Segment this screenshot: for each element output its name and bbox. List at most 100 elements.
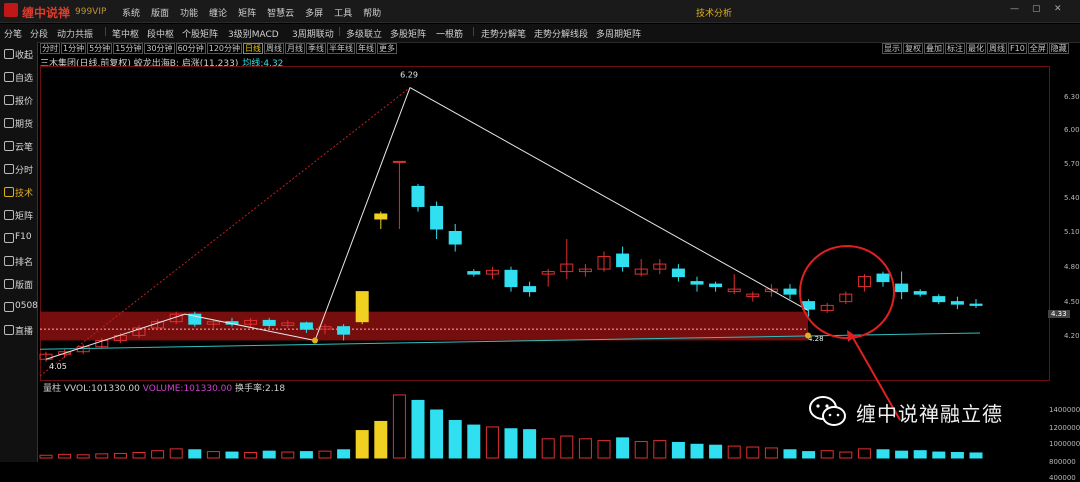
ranking-icon <box>4 256 14 266</box>
toolbar-item[interactable]: 3级别MACD <box>228 27 279 40</box>
sidebar-item[interactable]: 版面 <box>0 274 37 294</box>
sidebar-item[interactable]: 期货 <box>0 113 37 133</box>
period-tab[interactable]: 周线 <box>264 43 285 54</box>
menu-item-cloud[interactable]: 智慧云 <box>267 6 294 19</box>
volume-bar <box>169 448 183 459</box>
volume-bar <box>467 424 481 459</box>
volume-bar <box>876 449 890 459</box>
chart-option-button[interactable]: F10 <box>1008 43 1027 54</box>
price-tick-label: 5.70 <box>1064 160 1080 168</box>
toolbar: 分笔 分段 动力共振 | 笔中枢 段中枢 个股矩阵 3级别MACD 3周期联动 … <box>0 24 1080 43</box>
toolbar-item[interactable]: 段中枢 <box>147 27 174 40</box>
period-tab[interactable]: 季线 <box>306 43 327 54</box>
volume-bar <box>653 440 667 459</box>
sidebar-item-label: F10 <box>15 232 32 242</box>
sidebar-item-label: 期货 <box>15 120 34 130</box>
menu-item-function[interactable]: 功能 <box>180 6 198 19</box>
period-bar: 分时 1分钟 5分钟 15分钟 30分钟 60分钟 120分钟 日线 周线 月线 季线 半年线 年线 更多 <box>40 43 398 54</box>
volume-bar <box>337 449 351 459</box>
menu-item-tools[interactable]: 工具 <box>334 6 352 19</box>
period-tab[interactable]: 1分钟 <box>61 43 87 54</box>
candlestick-icon <box>4 187 14 197</box>
sidebar-item[interactable]: F10 <box>0 228 37 248</box>
toolbar-item[interactable]: 多级联立 <box>346 27 382 40</box>
volume-bar <box>969 452 983 459</box>
chart-option-button[interactable]: 全屏 <box>1027 43 1048 54</box>
chart-option-button[interactable]: 复权 <box>903 43 923 54</box>
app-version: 999VIP <box>75 7 107 17</box>
menu-item-help[interactable]: 帮助 <box>363 6 381 19</box>
menu-item-multiscreen[interactable]: 多屏 <box>305 6 323 19</box>
period-tab[interactable]: 60分钟 <box>175 43 206 54</box>
watermark: 缠中说禅融立德 <box>808 392 1048 432</box>
toolbar-item[interactable]: 走势分解笔 <box>481 27 526 40</box>
volume-bar <box>913 450 927 459</box>
toolbar-item[interactable]: 一根筋 <box>436 27 463 40</box>
toolbar-item[interactable]: 3周期联动 <box>292 27 334 40</box>
volume-bar <box>560 435 574 459</box>
cloud-icon <box>4 141 14 151</box>
sidebar-item[interactable]: 报价 <box>0 90 37 110</box>
toolbar-item[interactable]: 分段 <box>30 27 48 40</box>
toolbar-item[interactable]: 分笔 <box>4 27 22 40</box>
volume-bar <box>76 454 90 459</box>
period-tab[interactable]: 15分钟 <box>113 43 144 54</box>
period-tab[interactable]: 更多 <box>377 43 398 54</box>
period-tab[interactable]: 分时 <box>40 43 60 54</box>
volume-bar <box>262 450 276 459</box>
price-tick-label: 5.40 <box>1064 194 1080 202</box>
chart-option-button[interactable]: 最化 <box>966 43 986 54</box>
volume-bar <box>820 450 834 459</box>
toolbar-item[interactable]: 多股矩阵 <box>390 27 426 40</box>
sidebar-item[interactable]: 技术 <box>0 182 37 202</box>
menu-item-system[interactable]: 系统 <box>122 6 140 19</box>
volume-bar <box>132 452 146 459</box>
chart-option-button[interactable]: 标注 <box>945 43 965 54</box>
toolbar-item[interactable]: 个股矩阵 <box>182 27 218 40</box>
chart-option-button[interactable]: 周线 <box>987 43 1007 54</box>
toolbar-item[interactable]: 动力共振 <box>57 27 93 40</box>
volume-tick-label: 1000000 <box>1049 440 1080 448</box>
sidebar-item[interactable]: 收起 <box>0 44 37 64</box>
volume-bar <box>374 420 388 459</box>
sidebar-item[interactable]: 云笔 <box>0 136 37 156</box>
period-tab[interactable]: 日线 <box>243 43 264 54</box>
period-tab[interactable]: 半年线 <box>327 43 356 54</box>
sidebar-item[interactable]: 0508 <box>0 297 38 317</box>
volume-bar <box>244 452 258 459</box>
chevron-left-icon <box>4 49 14 59</box>
volume-bar <box>671 441 685 459</box>
minimize-icon[interactable]: — <box>1010 4 1019 14</box>
sidebar-item[interactable]: 矩阵 <box>0 205 37 225</box>
period-tab[interactable]: 120分钟 <box>206 43 243 54</box>
volume-bar <box>392 394 406 459</box>
sidebar-item[interactable]: 直播 <box>0 320 37 340</box>
close-icon[interactable]: ✕ <box>1054 4 1062 14</box>
volume-tick-label: 1200000 <box>1049 424 1080 432</box>
period-tab[interactable]: 月线 <box>285 43 306 54</box>
sidebar-item[interactable]: 自选 <box>0 67 37 87</box>
chart-option-button[interactable]: 隐藏 <box>1048 43 1069 54</box>
volume-tick-label: 800000 <box>1049 458 1076 466</box>
period-tab[interactable]: 30分钟 <box>144 43 175 54</box>
chart-option-button[interactable]: 叠加 <box>924 43 944 54</box>
candlestick-chart-area[interactable] <box>40 66 1050 381</box>
sidebar-item[interactable]: 分时 <box>0 159 37 179</box>
volume-bar <box>299 451 313 459</box>
toolbar-item[interactable]: 多周期矩阵 <box>596 27 641 40</box>
volume-bar <box>764 447 778 459</box>
volume-bar <box>802 451 816 459</box>
sidebar-item[interactable]: 排名 <box>0 251 37 271</box>
toolbar-item[interactable]: 笔中枢 <box>112 27 139 40</box>
menu-item-matrix[interactable]: 矩阵 <box>238 6 256 19</box>
toolbar-item[interactable]: 走势分解线段 <box>534 27 588 40</box>
period-tab[interactable]: 5分钟 <box>87 43 113 54</box>
menu-item-chanlun[interactable]: 缠论 <box>209 6 227 19</box>
chart-option-button[interactable]: 显示 <box>882 43 902 54</box>
maximize-icon[interactable]: ▢ <box>1032 4 1041 14</box>
sidebar-item-label: 报价 <box>15 97 34 107</box>
menu-item-layout[interactable]: 版面 <box>151 6 169 19</box>
volume-bar <box>113 452 127 459</box>
sidebar-item-label: 矩阵 <box>15 212 34 222</box>
period-tab[interactable]: 年线 <box>356 43 377 54</box>
